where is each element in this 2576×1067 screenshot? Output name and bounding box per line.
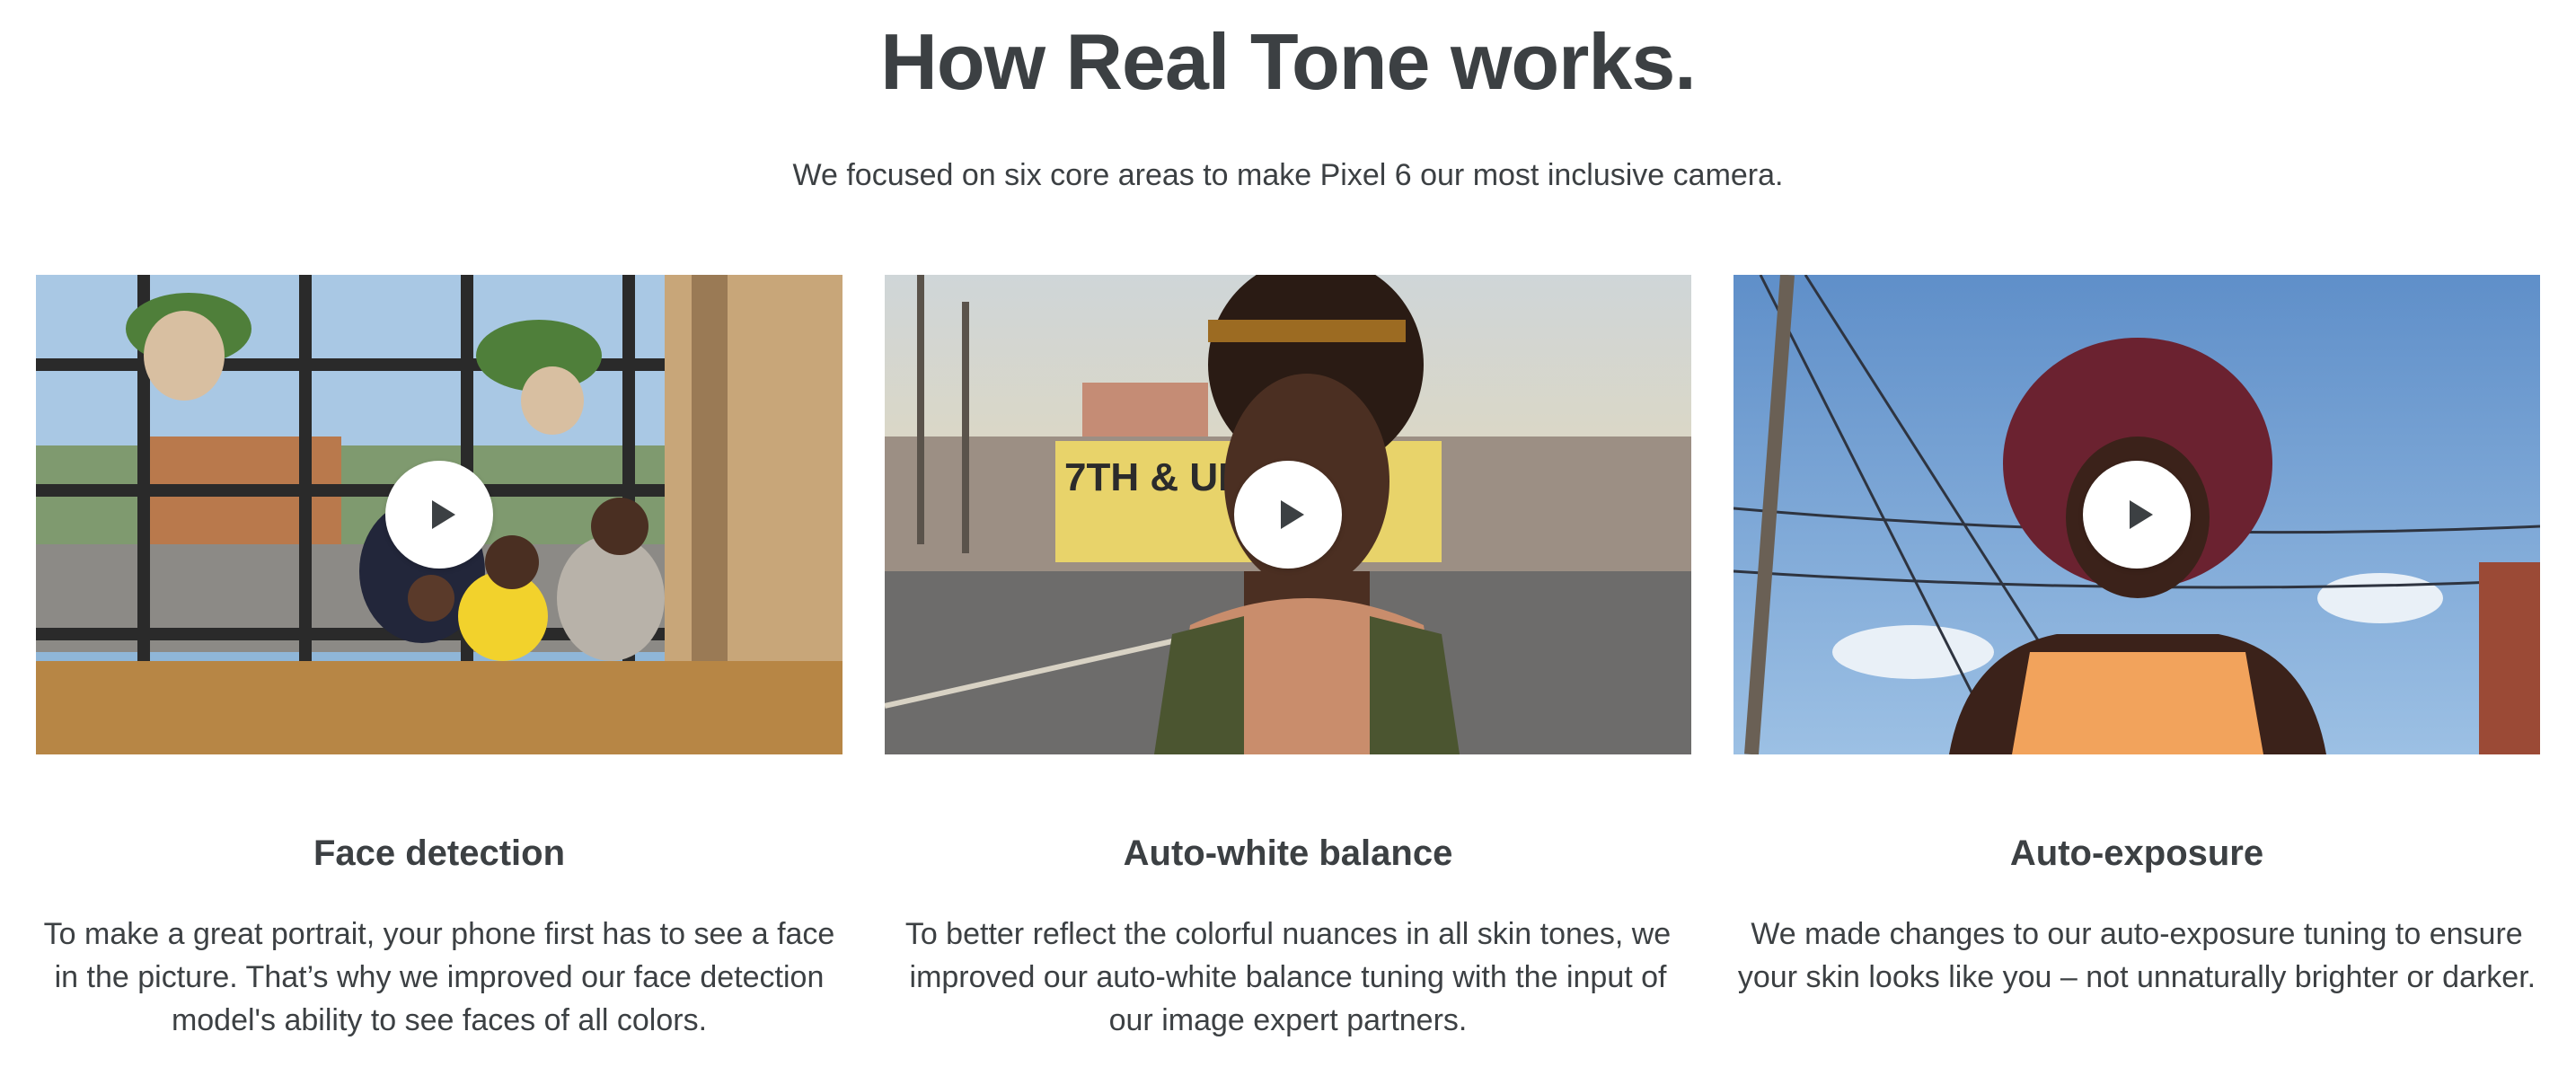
play-icon <box>432 500 455 529</box>
feature-card-auto-white-balance: 7TH & UNION Auto-white balance To better… <box>885 275 1691 1047</box>
feature-card-auto-exposure: Auto-exposure We made changes to our aut… <box>1734 275 2540 1047</box>
page-subtitle: We focused on six core areas to make Pix… <box>792 158 1784 192</box>
play-button[interactable] <box>1234 461 1342 569</box>
play-button[interactable] <box>2083 461 2191 569</box>
card-title: Auto-exposure <box>2009 833 2264 873</box>
feature-card-face-detection: Face detection To make a great portrait,… <box>36 275 842 1047</box>
video-thumbnail[interactable] <box>36 275 842 754</box>
play-button[interactable] <box>385 461 493 569</box>
card-description: To make a great portrait, your phone fir… <box>43 917 835 1037</box>
play-icon <box>2130 500 2153 529</box>
card-title: Face detection <box>313 833 566 873</box>
card-description: To better reflect the colorful nuances i… <box>904 917 1672 1037</box>
play-icon <box>1281 500 1304 529</box>
video-thumbnail[interactable]: 7TH & UNION <box>885 275 1691 754</box>
page-title: How Real Tone works. <box>880 17 1696 106</box>
card-title: Auto-white balance <box>1123 833 1453 873</box>
card-description: We made changes to our auto-exposure tun… <box>1737 917 2536 994</box>
video-thumbnail[interactable] <box>1734 275 2540 754</box>
